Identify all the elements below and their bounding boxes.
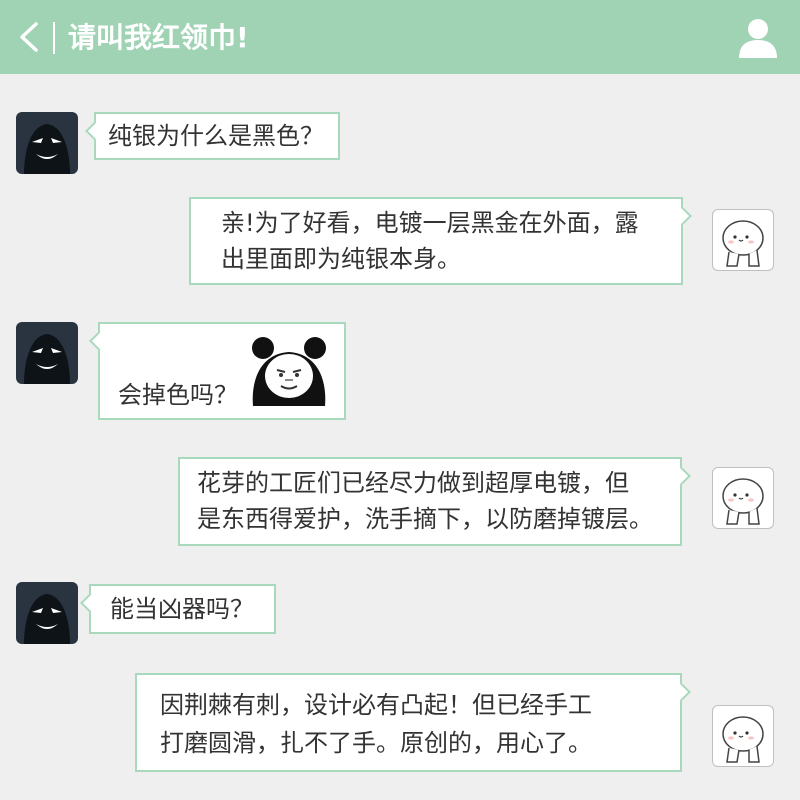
bubble-tail [80, 593, 100, 613]
bubble-tail [671, 682, 691, 702]
header-divider [53, 22, 55, 54]
message-text-line-2: 出里面即为纯银本身。 [221, 245, 461, 273]
message-bubble-left: 能当凶器吗？ [80, 584, 276, 634]
message-bubble-left: 会掉色吗？ [89, 322, 346, 420]
bubble-tail [671, 466, 691, 486]
message-bubble-right: 花芽的工匠们已经尽力做到超厚电镀，但 是东西得爱护，洗手摘下，以防磨掉镀层。 [178, 457, 691, 546]
message-text-line-2: 打磨圆滑，扎不了手。原创的，用心了。 [160, 729, 592, 757]
contact-avatar[interactable] [16, 322, 78, 384]
chat-title: 请叫我红领巾! [68, 21, 249, 54]
contact-avatar[interactable] [16, 112, 78, 174]
message-bubble-left: 纯银为什么是黑色？ [85, 112, 340, 160]
message-text: 会掉色吗？ [118, 381, 238, 409]
chat-header: 请叫我红领巾! [0, 0, 800, 74]
user-avatar[interactable] [712, 467, 774, 529]
user-avatar[interactable] [712, 209, 774, 271]
message-text-line-1: 亲!为了好看，电镀一层黑金在外面，露 [221, 209, 639, 237]
message-text-line-1: 因荆棘有刺，设计必有凸起！但已经手工 [160, 691, 592, 719]
message-text: 纯银为什么是黑色？ [108, 122, 324, 150]
bubble-tail [89, 331, 109, 351]
message-text-line-2: 是东西得爱护，洗手摘下，以防磨掉镀层。 [197, 505, 653, 533]
message-text-line-1: 花芽的工匠们已经尽力做到超厚电镀，但 [197, 469, 629, 497]
contact-avatar[interactable] [16, 582, 78, 644]
panda-meme-sticker[interactable] [247, 328, 331, 414]
bubble-tail [85, 121, 105, 141]
message-bubble-right: 亲!为了好看，电镀一层黑金在外面，露 出里面即为纯银本身。 [189, 197, 692, 285]
bubble-tail [672, 206, 692, 226]
message-text: 能当凶器吗？ [110, 595, 254, 623]
user-avatar[interactable] [712, 705, 774, 767]
person-icon[interactable] [736, 16, 780, 60]
message-bubble-right: 因荆棘有刺，设计必有凸起！但已经手工 打磨圆滑，扎不了手。原创的，用心了。 [135, 673, 691, 772]
chevron-left-icon[interactable] [14, 20, 48, 54]
